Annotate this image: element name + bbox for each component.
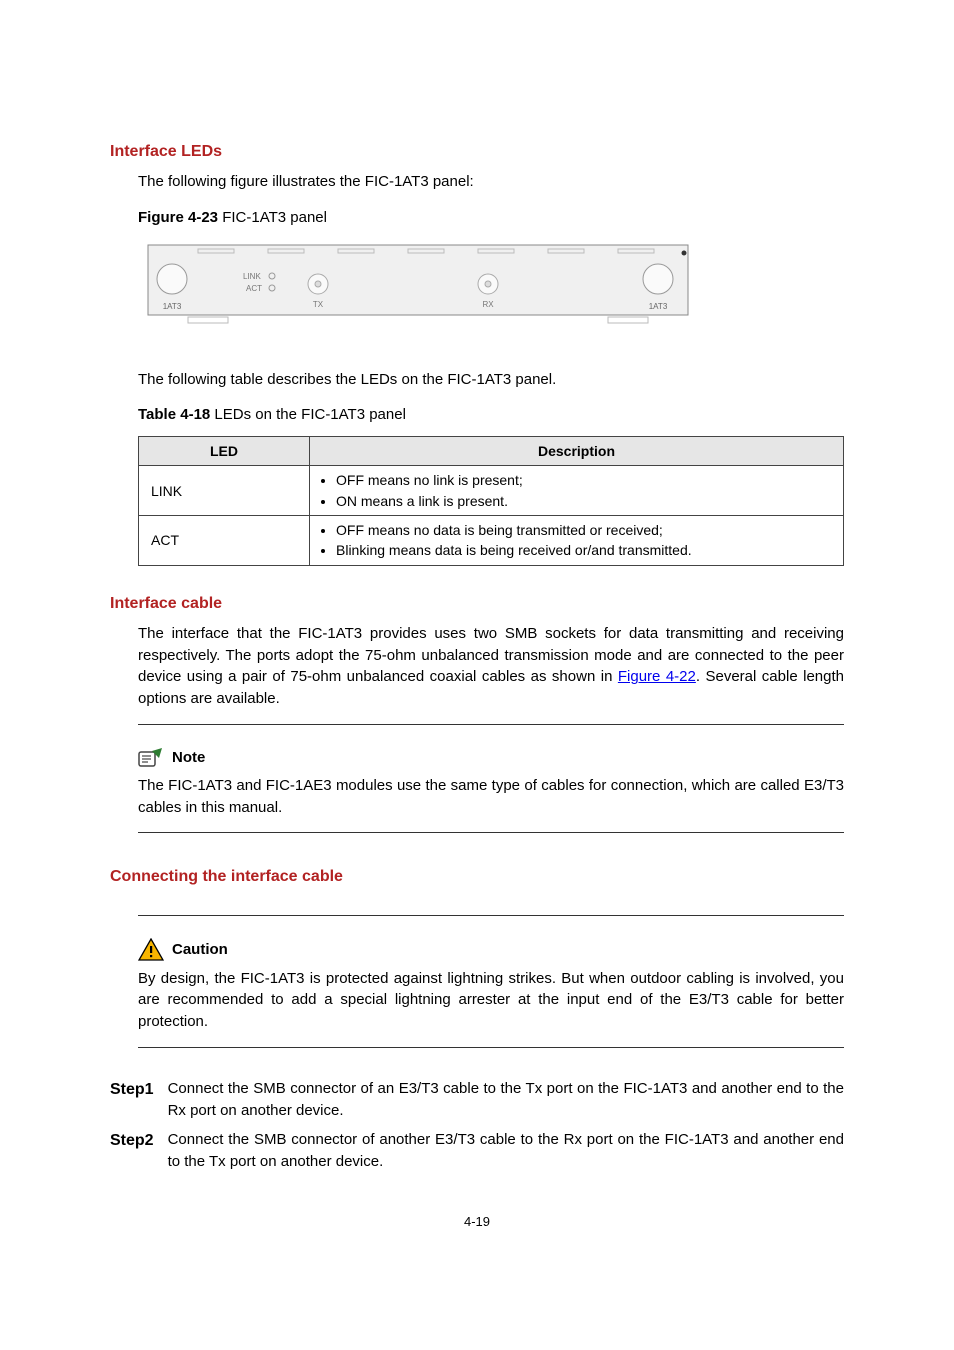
th-description: Description [310, 437, 844, 466]
figure-title: FIC-1AT3 panel [218, 209, 327, 226]
note-label: Note [172, 747, 205, 769]
table-number: Table 4-18 [138, 406, 210, 423]
step-2: Step2 Connect the SMB connector of anoth… [110, 1129, 844, 1173]
panel-label-right: 1AT3 [649, 302, 668, 311]
panel-tx-label: TX [313, 300, 324, 309]
text-leds-intro: The following figure illustrates the FIC… [110, 171, 844, 193]
text-interface-cable: The interface that the FIC-1AT3 provides… [110, 623, 844, 710]
table-row: ACT OFF means no data is being transmitt… [139, 516, 844, 566]
step-body: Connect the SMB connector of another E3/… [168, 1129, 844, 1173]
figure-caption-4-23: Figure 4-23 FIC-1AT3 panel [110, 207, 844, 229]
step-label: Step2 [110, 1129, 154, 1173]
table-caption-4-18: Table 4-18 LEDs on the FIC-1AT3 panel [110, 404, 844, 426]
panel-link-label: LINK [243, 272, 261, 281]
divider [138, 915, 844, 916]
table-row: LINK OFF means no link is present; ON me… [139, 466, 844, 516]
table-title: LEDs on the FIC-1AT3 panel [210, 406, 406, 423]
divider [138, 724, 844, 725]
note-body: The FIC-1AT3 and FIC-1AE3 modules use th… [138, 775, 844, 819]
td-led-act: ACT [139, 516, 310, 566]
td-led-link: LINK [139, 466, 310, 516]
list-item: OFF means no data is being transmitted o… [336, 520, 835, 540]
th-led: LED [139, 437, 310, 466]
panel-label-left: 1AT3 [163, 302, 182, 311]
heading-interface-cable: Interface cable [110, 592, 844, 615]
note-icon [138, 747, 164, 769]
caution-label: Caution [172, 939, 228, 961]
td-desc-act: OFF means no data is being transmitted o… [310, 516, 844, 566]
figure-fic-1at3-panel: 1AT3 1AT3 LINK ACT TX RX [138, 239, 698, 329]
step-label: Step1 [110, 1078, 154, 1122]
text-leds-table-intro: The following table describes the LEDs o… [110, 369, 844, 391]
panel-rx-label: RX [482, 300, 494, 309]
step-body: Connect the SMB connector of an E3/T3 ca… [168, 1078, 844, 1122]
heading-connecting-cable: Connecting the interface cable [110, 865, 844, 888]
heading-interface-leds: Interface LEDs [110, 140, 844, 163]
figure-number: Figure 4-23 [138, 209, 218, 226]
table-leds: LED Description LINK OFF means no link i… [138, 436, 844, 565]
list-item: ON means a link is present. [336, 491, 835, 511]
caution-heading: Caution [138, 938, 844, 962]
panel-act-label: ACT [246, 284, 262, 293]
caution-body: By design, the FIC-1AT3 is protected aga… [138, 968, 844, 1033]
td-desc-link: OFF means no link is present; ON means a… [310, 466, 844, 516]
step-1: Step1 Connect the SMB connector of an E3… [110, 1078, 844, 1122]
caution-icon [138, 938, 164, 962]
page-number: 4-19 [110, 1213, 844, 1232]
list-item: Blinking means data is being received or… [336, 540, 835, 560]
list-item: OFF means no link is present; [336, 470, 835, 490]
link-figure-4-22[interactable]: Figure 4-22 [618, 668, 696, 685]
note-heading: Note [138, 747, 844, 769]
